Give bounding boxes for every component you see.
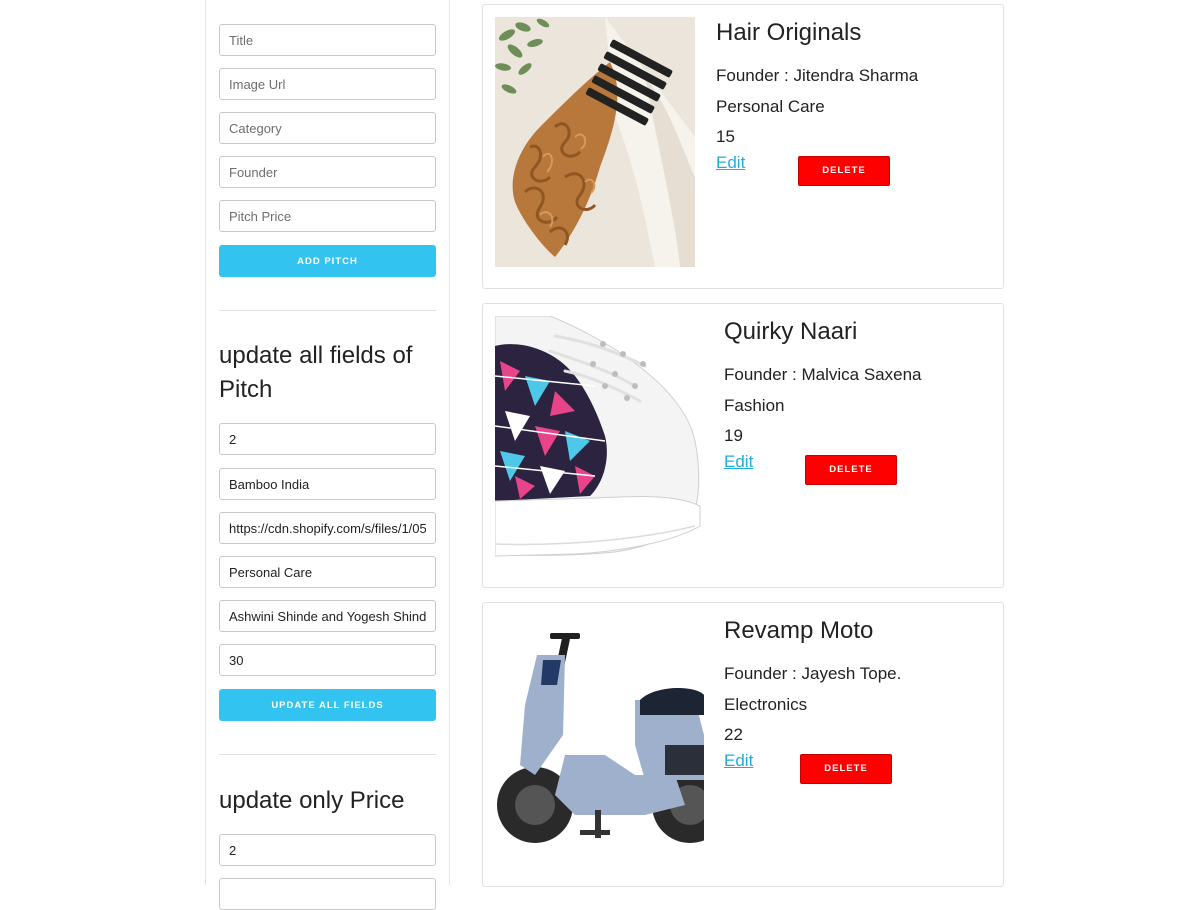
founder-input[interactable] xyxy=(219,156,436,188)
pitch-image-hair xyxy=(495,17,695,267)
update-price-input[interactable] xyxy=(219,644,436,676)
edit-link[interactable]: Edit xyxy=(716,153,745,173)
pitch-founder: Founder : Malvica Saxena xyxy=(724,365,922,384)
update-image-url-input[interactable] xyxy=(219,512,436,544)
pitch-title: Hair Originals xyxy=(716,19,862,46)
update-all-heading: update all fields of Pitch xyxy=(219,342,413,403)
pitch-category: Electronics xyxy=(724,694,808,714)
sidebar-forms: ADD PITCH update all fields of Pitch UPD… xyxy=(205,0,450,910)
pitch-image-scooter xyxy=(495,615,704,865)
price-only-id-input[interactable] xyxy=(219,834,436,866)
pitch-category: Fashion xyxy=(724,395,785,415)
price-only-price-input[interactable] xyxy=(219,878,436,910)
pitch-card: Hair Originals Founder : Jitendra Sharma… xyxy=(482,4,1004,289)
pitch-title: Revamp Moto xyxy=(724,617,874,644)
pitch-founder: Founder : Jayesh Tope. xyxy=(724,664,902,683)
pitch-image-sneaker xyxy=(495,316,704,566)
title-input[interactable] xyxy=(219,24,436,56)
pitch-price-input[interactable] xyxy=(219,200,436,232)
divider xyxy=(219,310,436,311)
category-input[interactable] xyxy=(219,112,436,144)
pitch-actions: Edit DELETE xyxy=(724,452,922,485)
update-all-fields-button[interactable]: UPDATE ALL FIELDS xyxy=(219,689,436,721)
pitch-card: Revamp Moto Founder : Jayesh Tope. Elect… xyxy=(482,602,1004,887)
update-id-input[interactable] xyxy=(219,423,436,455)
add-pitch-button[interactable]: ADD PITCH xyxy=(219,245,436,277)
edit-link[interactable]: Edit xyxy=(724,452,753,472)
pitch-category: Personal Care xyxy=(716,96,825,116)
divider xyxy=(219,754,436,755)
update-price-heading: update only Price xyxy=(219,787,405,814)
update-category-input[interactable] xyxy=(219,556,436,588)
pitch-info: Hair Originals Founder : Jitendra Sharma… xyxy=(716,17,919,186)
pitch-actions: Edit DELETE xyxy=(716,153,918,186)
pitch-price: 22 xyxy=(724,725,743,744)
pitch-actions: Edit DELETE xyxy=(724,751,901,784)
image-url-input[interactable] xyxy=(219,68,436,100)
update-founder-input[interactable] xyxy=(219,600,436,632)
pitch-info: Quirky Naari Founder : Malvica Saxena Fa… xyxy=(724,316,922,485)
edit-link[interactable]: Edit xyxy=(724,751,753,771)
pitch-title: Quirky Naari xyxy=(724,318,858,345)
update-title-input[interactable] xyxy=(219,468,436,500)
pitch-info: Revamp Moto Founder : Jayesh Tope. Elect… xyxy=(724,615,902,784)
pitch-price: 15 xyxy=(716,127,735,146)
delete-button[interactable]: DELETE xyxy=(798,155,890,186)
pitch-price: 19 xyxy=(724,426,743,445)
delete-button[interactable]: DELETE xyxy=(805,454,897,485)
delete-button[interactable]: DELETE xyxy=(800,753,892,784)
pitch-card: Quirky Naari Founder : Malvica Saxena Fa… xyxy=(482,303,1004,588)
pitch-founder: Founder : Jitendra Sharma xyxy=(716,66,919,85)
